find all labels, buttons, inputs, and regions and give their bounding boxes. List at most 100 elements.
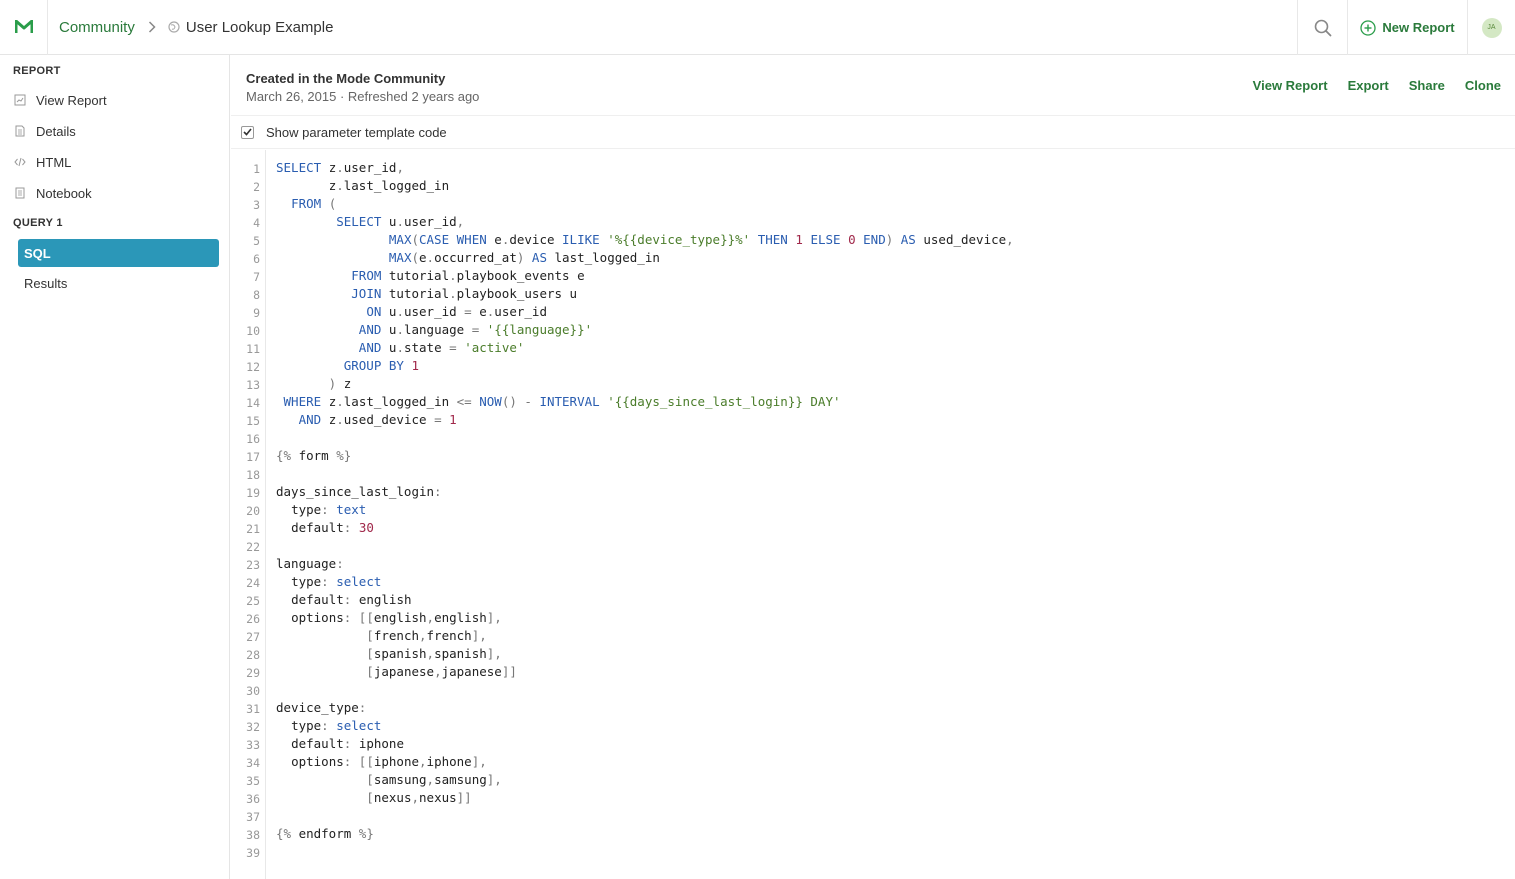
- line-number: 6: [253, 252, 260, 266]
- code-line[interactable]: options: [[iphone,iphone],: [276, 753, 487, 771]
- top-bar: Community User Lookup Example New Report: [0, 0, 1515, 55]
- line-number: 18: [246, 468, 260, 482]
- code-line[interactable]: SELECT z.user_id,: [276, 159, 404, 177]
- document-icon: [15, 125, 25, 137]
- code-line[interactable]: WHERE z.last_logged_in <= NOW() - INTERV…: [276, 393, 841, 411]
- new-report-label: New Report: [1382, 20, 1455, 35]
- line-number: 24: [246, 576, 260, 590]
- code-line[interactable]: type: select: [276, 717, 381, 735]
- code-line[interactable]: {% form %}: [276, 447, 351, 465]
- code-line[interactable]: SELECT u.user_id,: [276, 213, 464, 231]
- code-line[interactable]: options: [[english,english],: [276, 609, 502, 627]
- sidebar-report-heading: REPORT: [13, 65, 61, 77]
- code-line[interactable]: ) z: [276, 375, 352, 393]
- parameter-template-label: Show parameter template code: [266, 124, 447, 140]
- line-number: 8: [253, 288, 260, 302]
- search-button[interactable]: [1297, 0, 1347, 55]
- sidebar-item-html[interactable]: HTML: [14, 152, 71, 172]
- code-line[interactable]: AND z.used_device = 1: [276, 411, 457, 429]
- clone-button[interactable]: Clone: [1465, 78, 1501, 93]
- sidebar-item-results[interactable]: Results: [24, 276, 67, 291]
- code-line[interactable]: [spanish,spanish],: [276, 645, 502, 663]
- code-line[interactable]: FROM tutorial.playbook_events e: [276, 267, 584, 285]
- code-line[interactable]: type: text: [276, 501, 366, 519]
- checkmark-icon: [243, 128, 252, 136]
- code-line[interactable]: {% endform %}: [276, 825, 374, 843]
- sidebar-item-label: HTML: [36, 154, 72, 170]
- breadcrumb-community-link[interactable]: Community: [59, 19, 135, 36]
- code-line[interactable]: [french,french],: [276, 627, 486, 645]
- sidebar-item-sql[interactable]: SQL: [18, 239, 219, 267]
- share-button[interactable]: Share: [1409, 78, 1445, 93]
- code-line[interactable]: GROUP BY 1: [276, 357, 419, 375]
- sidebar-item-view-report[interactable]: View Report: [14, 90, 107, 110]
- sql-editor[interactable]: 1 2 3 4 5 6 7 8 9 10 11 12 13 14 15 16 17 18 19 20 21 22 23 24 2…: [231, 150, 1515, 879]
- export-button[interactable]: Export: [1348, 78, 1389, 93]
- code-line[interactable]: device_type:: [276, 699, 366, 717]
- code-line[interactable]: default: iphone: [276, 735, 404, 753]
- sidebar-item-details[interactable]: Details: [14, 121, 76, 141]
- code-line[interactable]: default: 30: [276, 519, 374, 537]
- line-number: 30: [246, 684, 260, 698]
- code-line[interactable]: type: select: [276, 573, 381, 591]
- sidebar-item-notebook[interactable]: Notebook: [14, 183, 92, 203]
- mode-logo[interactable]: [0, 0, 48, 55]
- line-number: 5: [253, 234, 260, 248]
- code-line[interactable]: FROM (: [276, 195, 336, 213]
- page-title: User Lookup Example: [185, 18, 334, 36]
- sidebar-item-label: Details: [36, 123, 76, 139]
- line-number: 20: [246, 504, 260, 518]
- parameter-toggle-row: Show parameter template code: [231, 115, 1515, 149]
- user-menu[interactable]: JA: [1467, 0, 1515, 55]
- report-actions: View Report Export Share Clone: [1253, 78, 1515, 93]
- code-line[interactable]: default: english: [276, 591, 411, 609]
- line-number: 16: [246, 432, 260, 446]
- code-line[interactable]: [japanese,japanese]]: [276, 663, 517, 681]
- code-line[interactable]: days_since_last_login:: [276, 483, 442, 501]
- sidebar-query-heading: QUERY 1: [13, 217, 63, 229]
- code-line[interactable]: ON u.user_id = e.user_id: [276, 303, 547, 321]
- notebook-icon: [15, 187, 25, 199]
- line-number: 32: [246, 720, 260, 734]
- line-number: 2: [253, 180, 260, 194]
- line-number: 34: [246, 756, 260, 770]
- line-number: 29: [246, 666, 260, 680]
- code-line[interactable]: MAX(CASE WHEN e.device ILIKE '%{{device_…: [276, 231, 1014, 249]
- code-line[interactable]: [nexus,nexus]]: [276, 789, 471, 807]
- line-number: 39: [246, 846, 260, 860]
- line-number: 15: [246, 414, 260, 428]
- code-line[interactable]: language:: [276, 555, 344, 573]
- line-number: 25: [246, 594, 260, 608]
- line-number: 36: [246, 792, 260, 806]
- sidebar: REPORT View Report Details HTML Notebook…: [0, 55, 230, 879]
- line-number: 38: [246, 828, 260, 842]
- mode-logo-icon: [14, 20, 33, 33]
- report-meta: March 26, 2015 · Refreshed 2 years ago: [246, 89, 480, 104]
- code-line[interactable]: z.last_logged_in: [276, 177, 449, 195]
- line-number: 28: [246, 648, 260, 662]
- line-number: 4: [253, 216, 260, 230]
- code-line[interactable]: [samsung,samsung],: [276, 771, 502, 789]
- code-line[interactable]: MAX(e.occurred_at) AS last_logged_in: [276, 249, 660, 267]
- view-report-button[interactable]: View Report: [1253, 78, 1328, 93]
- avatar[interactable]: JA: [1481, 17, 1502, 38]
- code-line[interactable]: AND u.state = 'active': [276, 339, 525, 357]
- sidebar-item-label: SQL: [24, 245, 51, 261]
- report-created-label: Created in the Mode Community: [246, 71, 446, 86]
- code-line[interactable]: AND u.language = '{{language}}': [276, 321, 592, 339]
- search-icon: [1314, 19, 1331, 36]
- plus-circle-icon: [1360, 19, 1377, 36]
- code-icon: [14, 157, 26, 167]
- line-number: 21: [246, 522, 260, 536]
- sidebar-item-label: View Report: [36, 92, 107, 108]
- line-number-gutter: 1 2 3 4 5 6 7 8 9 10 11 12 13 14 15 16 17 18 19 20 21 22 23 24 2…: [231, 150, 266, 879]
- new-report-button[interactable]: New Report: [1347, 0, 1467, 55]
- chevron-right-icon: [148, 21, 156, 33]
- parameter-template-checkbox[interactable]: [241, 125, 254, 139]
- breadcrumb: Community User Lookup Example: [59, 0, 333, 55]
- line-number: 31: [246, 702, 260, 716]
- code-line[interactable]: JOIN tutorial.playbook_users u: [276, 285, 577, 303]
- line-number: 19: [246, 486, 260, 500]
- line-number: 37: [246, 810, 260, 824]
- line-number: 1: [253, 162, 260, 176]
